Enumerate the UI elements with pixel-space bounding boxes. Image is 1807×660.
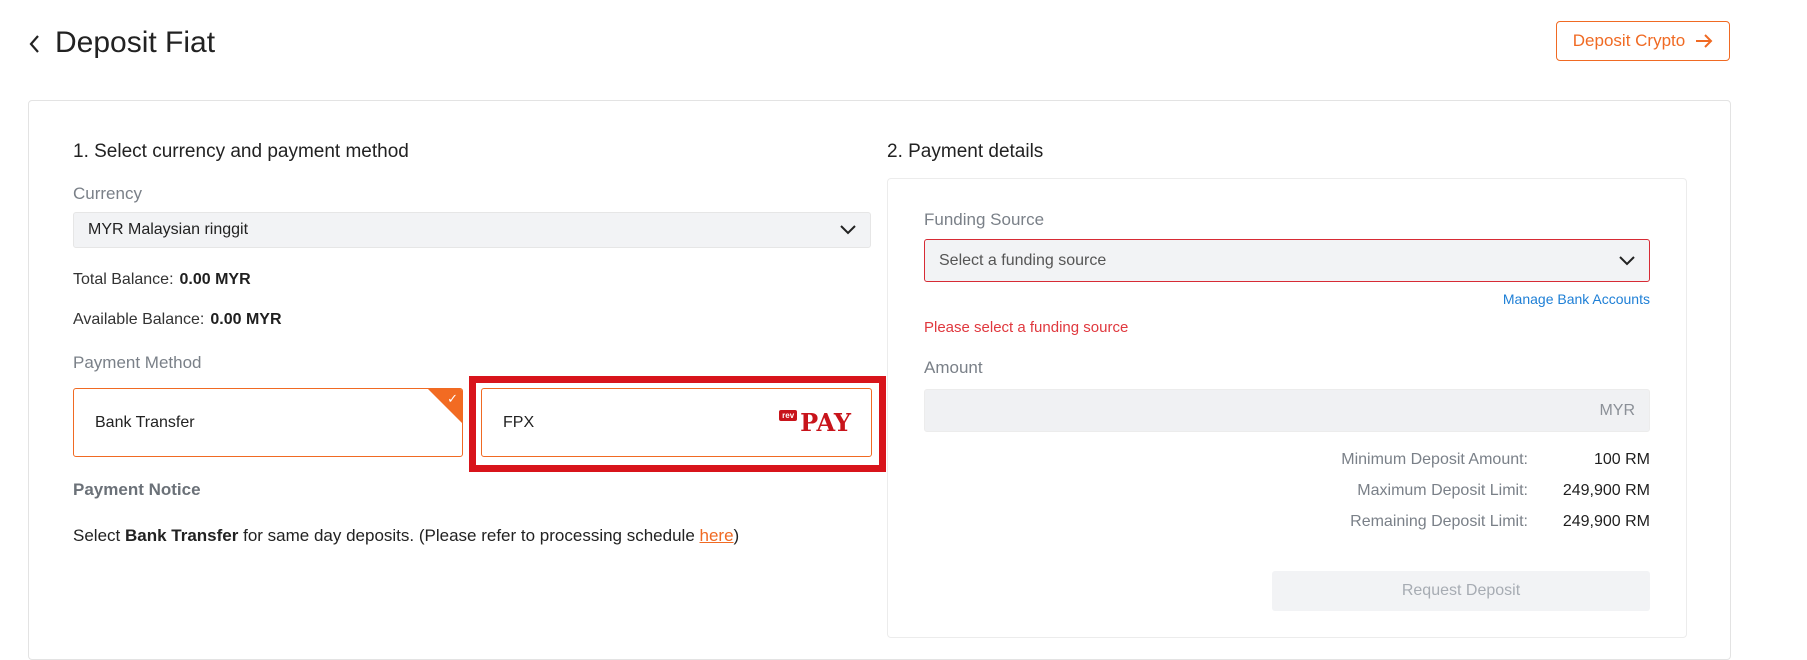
notice-prefix: Select [73,526,125,545]
max-deposit-value: 249,900 RM [1562,482,1650,499]
payment-notice: Select Bank Transfer for same day deposi… [73,526,739,546]
deposit-crypto-button[interactable]: Deposit Crypto [1556,21,1730,61]
manage-bank-accounts-link[interactable]: Manage Bank Accounts [1400,291,1650,307]
amount-label: Amount [924,358,983,377]
amount-currency: MYR [1599,401,1635,419]
payment-method-bank-transfer[interactable]: Bank Transfer ✓ [73,388,463,457]
section-title-currency: 1. Select currency and payment method [73,141,409,162]
payment-method-fpx[interactable]: FPX rev PAY [481,388,872,457]
revpay-logo-small: rev [779,410,798,421]
fpx-label: FPX [503,413,535,431]
funding-source-placeholder: Select a funding source [939,251,1107,269]
total-balance-label: Total Balance: [73,271,174,288]
amount-field[interactable]: MYR [924,389,1650,432]
revpay-logo: rev PAY [779,410,851,435]
check-icon: ✓ [447,391,458,406]
notice-bold: Bank Transfer [124,526,239,545]
request-deposit-button[interactable]: Request Deposit [1272,571,1650,611]
available-balance-value: 0.00 MYR [210,311,282,328]
page-title: Deposit Fiat [55,26,216,59]
remaining-deposit-value: 249,900 RM [1562,513,1650,530]
currency-select[interactable]: MYR Malaysian ringgit [73,212,871,248]
total-balance: Total Balance: 0.00 MYR [73,271,251,289]
revpay-logo-text: PAY [800,408,851,437]
available-balance: Available Balance: 0.00 MYR [73,311,282,329]
back-button[interactable] [28,30,44,58]
amount-input[interactable] [925,389,1600,432]
min-deposit-label: Minimum Deposit Amount: [1341,451,1528,468]
funding-source-select[interactable]: Select a funding source [924,239,1650,282]
remaining-deposit-label: Remaining Deposit Limit: [1350,513,1528,530]
notice-suffix: ) [733,526,740,545]
chevron-down-icon [840,225,856,235]
notice-middle: for same day deposits. (Please refer to … [238,526,700,545]
available-balance-label: Available Balance: [73,311,205,328]
funding-source-error: Please select a funding source [924,319,1129,336]
min-deposit-value: 100 RM [1593,451,1650,468]
max-deposit-label: Maximum Deposit Limit: [1357,482,1528,499]
bank-transfer-label: Bank Transfer [95,413,195,431]
deposit-crypto-label: Deposit Crypto [1572,31,1686,50]
payment-method-label: Payment Method [73,353,202,372]
funding-source-label: Funding Source [924,210,1045,229]
chevron-down-icon [1619,255,1635,265]
currency-value: MYR Malaysian ringgit [88,221,249,238]
processing-schedule-link[interactable]: here [700,526,734,545]
payment-notice-title: Payment Notice [73,480,201,499]
section-title-payment-details: 2. Payment details [887,141,1044,162]
total-balance-value: 0.00 MYR [179,271,251,288]
chevron-left-icon [29,35,39,53]
arrow-right-icon [1696,34,1713,48]
currency-label: Currency [73,184,142,203]
